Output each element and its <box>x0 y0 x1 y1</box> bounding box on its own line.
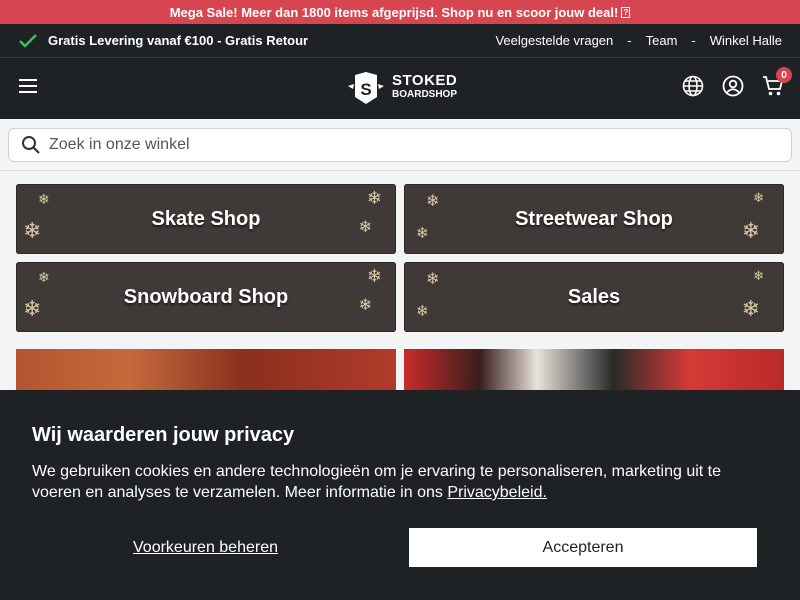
separator: - <box>691 33 696 48</box>
accept-button[interactable]: Accepteren <box>409 528 757 567</box>
globe-icon <box>682 75 704 97</box>
language-button[interactable] <box>682 75 704 102</box>
menu-button[interactable] <box>18 78 38 99</box>
manage-preferences-button[interactable]: Voorkeuren beheren <box>32 528 379 567</box>
logo-mark: S <box>360 80 371 99</box>
cart-count-badge: 0 <box>776 67 792 83</box>
logo[interactable]: S STOKED BOARDSHOP <box>346 71 457 105</box>
promo-banners <box>16 349 784 390</box>
logo-text: STOKED BOARDSHOP <box>392 72 458 102</box>
tile-label: Skate Shop <box>151 207 261 230</box>
snowflake-icon: ❄ <box>38 191 50 207</box>
snowflake-icon: ❄ <box>23 218 42 243</box>
snowflake-icon: ❄ <box>741 218 760 243</box>
checkmark-icon <box>19 33 37 48</box>
banner-image[interactable] <box>16 349 396 390</box>
account-button[interactable] <box>722 75 744 102</box>
snowflake-icon: ❄ <box>426 193 440 210</box>
tile-label: Snowboard Shop <box>123 285 289 308</box>
logo-line1: STOKED <box>392 72 458 89</box>
account-icon <box>722 75 744 97</box>
privacy-body: We gebruiken cookies en andere technolog… <box>32 463 721 501</box>
search-area <box>0 119 800 171</box>
search-input[interactable] <box>49 136 779 154</box>
shipping-text: Gratis Levering vanaf €100 - Gratis Reto… <box>48 33 309 48</box>
promo-bar[interactable]: Mega Sale! Meer dan 1800 items afgeprijs… <box>0 0 800 24</box>
snowflake-icon: ❄ <box>358 297 372 314</box>
main-header: S STOKED BOARDSHOP 0 <box>0 57 800 119</box>
snowflake-icon: ❄ <box>753 190 764 205</box>
snowflake-icon: ❄ <box>23 296 42 321</box>
tile-label: Sales <box>567 285 621 308</box>
snowflake-icon: ❄ <box>38 269 50 285</box>
store-link[interactable]: Winkel Halle <box>710 33 782 48</box>
menu-icon <box>19 79 37 93</box>
faq-link[interactable]: Veelgestelde vragen <box>495 33 613 48</box>
snowflake-icon: ❄ <box>426 271 440 288</box>
snowflake-icon: ❄ <box>416 303 429 320</box>
snowflake-icon: ❄ <box>358 219 372 236</box>
snowflake-icon: ❄ <box>741 296 760 321</box>
category-tiles: ❄ ❄ ❄ ❄ Skate Shop ❄ ❄ ❄ ❄ Streetwear Sh… <box>16 184 784 332</box>
logo-badge-icon: S <box>348 72 384 104</box>
privacy-banner: Wij waarderen jouw privacy We gebruiken … <box>0 390 800 600</box>
usp-bar: Gratis Levering vanaf €100 - Gratis Reto… <box>0 24 800 57</box>
privacy-actions: Voorkeuren beheren Accepteren <box>32 528 757 567</box>
header-icons: 0 <box>682 67 792 102</box>
privacy-policy-link[interactable]: Privacybeleid. <box>447 484 547 501</box>
snowflake-icon: ❄ <box>753 268 764 283</box>
tile-sales[interactable]: ❄ ❄ ❄ ❄ Sales <box>404 262 784 332</box>
snowflake-icon: ❄ <box>366 266 382 286</box>
snowflake-icon: ❄ <box>366 188 382 208</box>
team-link[interactable]: Team <box>646 33 678 48</box>
search-box[interactable] <box>8 128 792 162</box>
shipping-usp: Gratis Levering vanaf €100 - Gratis Reto… <box>18 33 308 49</box>
tile-streetwear-shop[interactable]: ❄ ❄ ❄ ❄ Streetwear Shop <box>404 184 784 254</box>
search-icon <box>22 136 40 154</box>
promo-glyph: ? <box>621 6 631 18</box>
tile-snowboard-shop[interactable]: ❄ ❄ ❄ ❄ Snowboard Shop <box>16 262 396 332</box>
tile-label: Streetwear Shop <box>515 207 673 230</box>
top-links: Veelgestelde vragen - Team - Winkel Hall… <box>495 33 782 48</box>
snowflake-icon: ❄ <box>416 225 429 242</box>
promo-text[interactable]: Mega Sale! Meer dan 1800 items afgeprijs… <box>170 5 619 20</box>
privacy-text: We gebruiken cookies en andere technolog… <box>32 461 768 503</box>
banner-image[interactable] <box>404 349 784 390</box>
logo-line2: BOARDSHOP <box>392 89 458 100</box>
cart-button[interactable]: 0 <box>762 67 792 102</box>
privacy-title: Wij waarderen jouw privacy <box>32 424 295 446</box>
tile-skate-shop[interactable]: ❄ ❄ ❄ ❄ Skate Shop <box>16 184 396 254</box>
separator: - <box>627 33 632 48</box>
